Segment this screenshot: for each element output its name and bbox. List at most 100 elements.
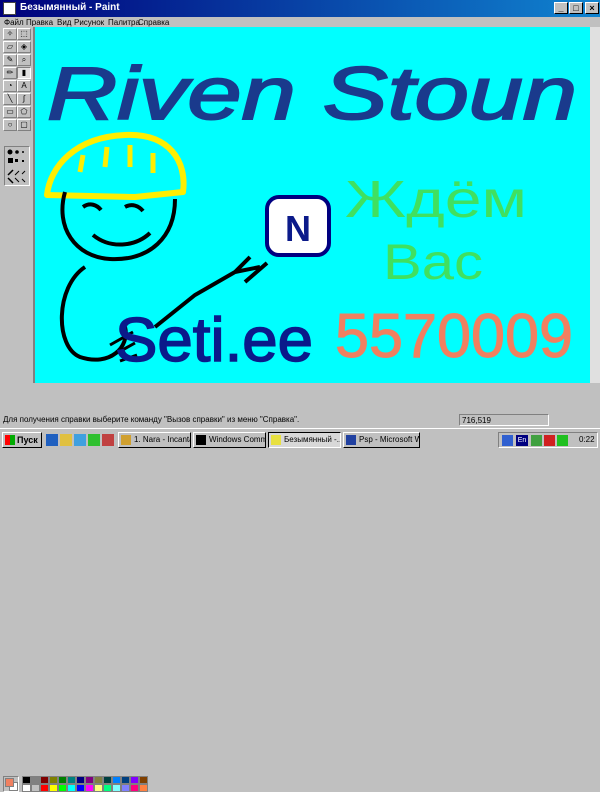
quick-launch-outlook-icon[interactable] (60, 434, 72, 446)
close-button[interactable]: × (585, 2, 599, 14)
palette-swatch[interactable] (76, 784, 85, 792)
quick-launch-media-icon[interactable] (88, 434, 100, 446)
current-colors[interactable] (3, 776, 19, 792)
quick-launch-desktop-icon[interactable] (74, 434, 86, 446)
palette-swatch[interactable] (85, 784, 94, 792)
minimize-button[interactable]: _ (554, 2, 568, 14)
vertical-scrollbar[interactable] (590, 27, 600, 383)
rectangle-tool[interactable]: ▭ (3, 106, 17, 118)
palette-swatch[interactable] (112, 776, 121, 784)
toolbox: ✧ ⬚ ▱ ◈ ✎ ⌕ ✏ ▮ ◔ A ╲ ∫ ▭ ⬠ ○ ▢ (1, 26, 33, 386)
taskbar-item-winamp[interactable]: 1. Nara - Incantat... (118, 432, 191, 448)
system-tray: En 0:22 (498, 432, 598, 448)
pencil-tool[interactable]: ✏ (3, 67, 17, 79)
fill-tool[interactable]: ◈ (17, 41, 31, 53)
palette-swatch[interactable] (103, 784, 112, 792)
palette-swatch[interactable] (22, 776, 31, 784)
brand-text: Seti.ee (115, 306, 313, 375)
palette-swatch[interactable] (22, 784, 31, 792)
brush-tool[interactable]: ▮ (17, 67, 31, 79)
paint-icon (271, 435, 281, 445)
russian-line-2: Вас (383, 234, 483, 290)
quick-launch-ie-icon[interactable] (46, 434, 58, 446)
palette-swatch[interactable] (58, 784, 67, 792)
task-label: Windows Comma... (209, 435, 266, 444)
ellipse-tool[interactable]: ○ (3, 119, 17, 131)
brush-shapes-icon (7, 149, 26, 184)
menu-colors[interactable]: Палитра (108, 18, 140, 27)
palette-swatch[interactable] (139, 784, 148, 792)
task-label: Безымянный -... (284, 435, 341, 444)
menu-help[interactable]: Справка (138, 18, 169, 27)
tray-app-icon[interactable] (531, 435, 542, 446)
taskbar-item-word[interactable]: Psp - Microsoft W... (343, 432, 420, 448)
palette-swatch[interactable] (103, 776, 112, 784)
magnifier-tool[interactable]: ⌕ (17, 54, 31, 66)
palette-swatch[interactable] (121, 776, 130, 784)
text-tool[interactable]: A (17, 80, 31, 92)
russian-line-1: Ждём (345, 171, 527, 229)
clock: 0:22 (579, 435, 595, 444)
language-indicator[interactable]: En (516, 435, 528, 446)
title-bar: Безымянный - Paint _ □ × (0, 0, 600, 17)
airbrush-tool[interactable]: ◔ (3, 80, 17, 92)
badge-letter: N (285, 208, 311, 249)
primary-color (5, 778, 14, 787)
phone-number: 5570009 (335, 302, 573, 371)
eraser-tool[interactable]: ▱ (3, 41, 17, 53)
taskbar-item-command[interactable]: Windows Comma... (193, 432, 266, 448)
taskbar: Пуск 1. Nara - Incantat... Windows Comma… (0, 428, 600, 450)
palette-swatch[interactable] (67, 776, 76, 784)
messenger-icon[interactable] (557, 435, 568, 446)
palette-swatch[interactable] (139, 776, 148, 784)
command-prompt-icon (196, 435, 206, 445)
network-icon[interactable] (502, 435, 513, 446)
antivirus-icon[interactable] (544, 435, 555, 446)
curve-tool[interactable]: ∫ (17, 93, 31, 105)
palette-swatch[interactable] (112, 784, 121, 792)
helmet-drawing (44, 131, 187, 200)
palette-swatch[interactable] (31, 776, 40, 784)
menu-image[interactable]: Рисунок (74, 18, 104, 27)
drawing-title: Riven Stoun (47, 52, 577, 135)
maximize-button[interactable]: □ (569, 2, 583, 14)
brush-options[interactable] (4, 146, 30, 186)
quick-launch-app-icon[interactable] (102, 434, 114, 446)
drawing-art: Riven Stoun N Seti.ee Ждём Вас 5570009 (44, 51, 578, 376)
palette-swatch[interactable] (67, 784, 76, 792)
winamp-icon (121, 435, 131, 445)
rect-select-tool[interactable]: ⬚ (17, 28, 31, 40)
palette-swatch[interactable] (121, 784, 130, 792)
paint-app-icon[interactable] (3, 2, 16, 15)
palette-swatch[interactable] (130, 784, 139, 792)
line-tool[interactable]: ╲ (3, 93, 17, 105)
task-label: Psp - Microsoft W... (359, 435, 419, 444)
free-select-tool[interactable]: ✧ (3, 28, 17, 40)
window-title: Безымянный - Paint (20, 2, 120, 13)
start-label: Пуск (17, 435, 38, 445)
status-message: Для получения справки выберите команду "… (3, 415, 300, 424)
palette-swatch[interactable] (40, 776, 49, 784)
start-button[interactable]: Пуск (2, 432, 42, 448)
task-label: 1. Nara - Incantat... (134, 435, 190, 444)
drawing-canvas[interactable]: Riven Stoun N Seti.ee Ждём Вас 5570009 (35, 27, 590, 383)
taskbar-item-paint[interactable]: Безымянный -... (268, 432, 341, 448)
palette-swatch[interactable] (58, 776, 67, 784)
palette-swatch[interactable] (31, 784, 40, 792)
polygon-tool[interactable]: ⬠ (17, 106, 31, 118)
palette-swatch[interactable] (130, 776, 139, 784)
palette-swatch[interactable] (94, 776, 103, 784)
palette-swatch[interactable] (49, 776, 58, 784)
status-bar: Для получения справки выберите команду "… (0, 414, 600, 427)
word-icon (346, 435, 356, 445)
cursor-coords: 716,519 (459, 414, 549, 426)
windows-flag-icon (5, 435, 15, 445)
rounded-rect-tool[interactable]: ▢ (17, 119, 31, 131)
color-picker-tool[interactable]: ✎ (3, 54, 17, 66)
palette-swatch[interactable] (85, 776, 94, 784)
palette-swatch[interactable] (49, 784, 58, 792)
menu-view[interactable]: Вид (57, 18, 71, 27)
palette-swatch[interactable] (76, 776, 85, 784)
palette-swatch[interactable] (94, 784, 103, 792)
palette-swatch[interactable] (40, 784, 49, 792)
